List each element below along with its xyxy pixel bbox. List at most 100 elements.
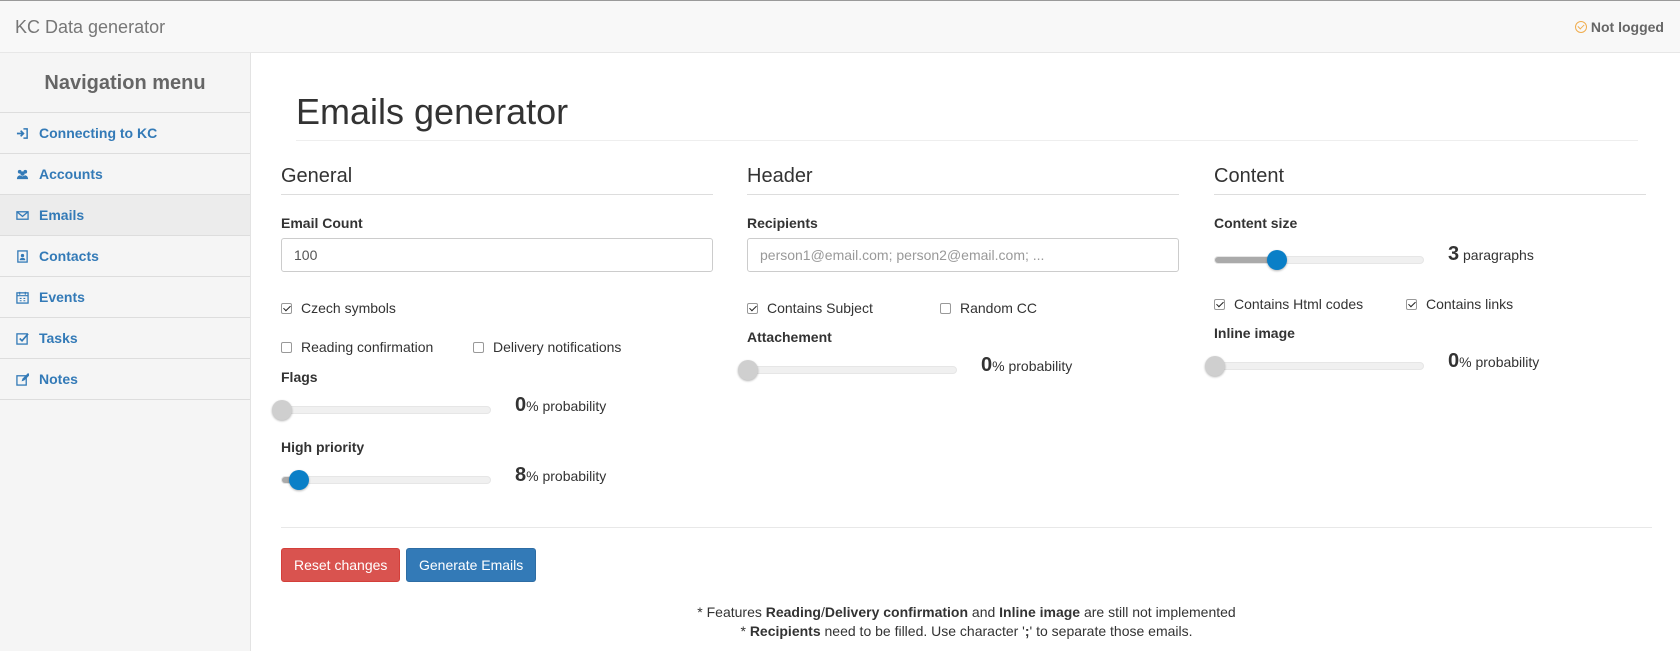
note-text: are still not implemented [1080, 604, 1236, 620]
high-priority-unit: % probability [526, 468, 607, 484]
checkbox-label: Contains Subject [767, 300, 873, 316]
contains-subject-checkbox[interactable]: Contains Subject [747, 300, 873, 316]
note-text: ' to separate those emails. [1029, 623, 1193, 639]
checkbox-label: Reading confirmation [301, 339, 434, 355]
flags-value: 0% probability [515, 394, 606, 417]
sidebar-item-label: Events [39, 289, 85, 305]
checkbox-label: Czech symbols [301, 300, 396, 316]
checkbox-label: Contains Html codes [1234, 296, 1364, 312]
top-navbar: KC Data generator Not logged [0, 0, 1680, 53]
checkbox-box[interactable] [1406, 298, 1417, 310]
checkbox-box[interactable] [940, 302, 951, 314]
calendar-icon [15, 290, 29, 304]
high-priority-label: High priority [281, 439, 365, 455]
czech-symbols-checkbox[interactable]: Czech symbols [281, 300, 396, 316]
section-general-heading: General [281, 165, 713, 195]
checkbox-box[interactable] [473, 341, 484, 353]
sidebar-item-tasks[interactable]: Tasks [0, 318, 250, 359]
attachement-number: 0 [981, 354, 993, 376]
slider-handle[interactable] [1205, 356, 1225, 376]
sidebar-item-connecting[interactable]: Connecting to KC [0, 113, 250, 154]
checkbox-box[interactable] [1214, 298, 1225, 310]
slider-handle[interactable] [288, 470, 309, 490]
content-size-slider[interactable] [1214, 250, 1424, 270]
main-content: Emails generator General Email Count Cze… [251, 53, 1680, 651]
high-priority-value: 8% probability [515, 464, 606, 487]
slider-handle[interactable] [272, 400, 292, 420]
recipients-note: * Recipients need to be filled. Use char… [281, 623, 1652, 639]
edit-icon [15, 372, 29, 386]
note-text: and [968, 604, 1000, 620]
page-title: Emails generator [296, 91, 569, 132]
flags-label: Flags [281, 369, 318, 385]
sidebar-item-contacts[interactable]: Contacts [0, 236, 250, 277]
random-cc-checkbox[interactable]: Random CC [940, 300, 1037, 316]
checkbox-label: Random CC [960, 300, 1038, 316]
content-size-unit: paragraphs [1463, 247, 1534, 263]
note-text: * [740, 623, 750, 639]
checkbox-box[interactable] [747, 302, 758, 314]
email-count-label: Email Count [281, 215, 363, 231]
high-priority-number: 8 [515, 464, 527, 486]
checkbox-label: Delivery notifications [493, 339, 622, 355]
flags-number: 0 [515, 394, 527, 416]
attachement-label: Attachement [747, 329, 832, 345]
sidebar: Navigation menu Connecting to KC Account… [0, 53, 251, 651]
attachement-value: 0% probability [981, 354, 1072, 377]
recipients-label: Recipients [747, 215, 818, 231]
sidebar-item-emails[interactable]: Emails [0, 195, 250, 236]
sidebar-item-label: Tasks [39, 330, 78, 346]
section-header-heading: Header [747, 165, 1179, 195]
login-status: Not logged [1574, 19, 1664, 35]
note-bold: Inline image [999, 604, 1081, 620]
note-text: * Features [697, 604, 766, 620]
content-size-value: 3 paragraphs [1448, 243, 1534, 266]
nav-title: Navigation menu [0, 53, 250, 113]
sidebar-item-accounts[interactable]: Accounts [0, 154, 250, 195]
reading-confirmation-checkbox[interactable]: Reading confirmation [281, 339, 433, 355]
contains-html-checkbox[interactable]: Contains Html codes [1214, 296, 1363, 312]
sidebar-item-events[interactable]: Events [0, 277, 250, 318]
users-icon [15, 167, 29, 181]
inline-image-label: Inline image [1214, 325, 1295, 341]
checkbox-box[interactable] [281, 341, 292, 353]
sign-in-icon [15, 126, 29, 140]
flags-slider[interactable] [272, 400, 491, 420]
note-bold: Recipients [749, 623, 821, 639]
content-size-label: Content size [1214, 215, 1298, 231]
login-status-text: Not logged [1590, 19, 1664, 35]
note-bold: Delivery confirmation [824, 604, 969, 620]
note-text: need to be filled. Use character ' [820, 623, 1025, 639]
recipients-input[interactable] [747, 238, 1179, 272]
flags-unit: % probability [526, 398, 607, 414]
slider-handle[interactable] [738, 360, 758, 380]
implementation-note: * Features Reading/Delivery confirmation… [281, 604, 1652, 620]
high-priority-slider[interactable] [281, 470, 491, 490]
attachement-slider[interactable] [738, 360, 957, 380]
check-square-icon [15, 331, 29, 345]
sidebar-item-label: Notes [39, 371, 78, 387]
sidebar-item-label: Contacts [39, 248, 99, 264]
content-size-number: 3 [1448, 243, 1460, 265]
section-content-heading: Content [1214, 165, 1646, 195]
sidebar-item-label: Emails [39, 207, 85, 223]
checkbox-label: Contains links [1426, 296, 1514, 312]
app-title[interactable]: KC Data generator [15, 17, 165, 38]
delivery-notifications-checkbox[interactable]: Delivery notifications [473, 339, 621, 355]
inline-image-number: 0 [1448, 350, 1460, 372]
generate-emails-button[interactable]: Generate Emails [406, 548, 537, 582]
address-book-icon [15, 249, 29, 263]
checkbox-box[interactable] [281, 302, 292, 314]
reset-changes-button[interactable]: Reset changes [281, 548, 401, 582]
inline-image-value: 0% probability [1448, 350, 1539, 373]
title-divider [296, 140, 1638, 141]
check-circle-icon [1574, 21, 1587, 33]
slider-handle[interactable] [1267, 250, 1288, 270]
sidebar-item-notes[interactable]: Notes [0, 359, 250, 400]
sidebar-item-label: Connecting to KC [39, 125, 158, 141]
form-divider [281, 527, 1652, 528]
inline-image-slider[interactable] [1205, 356, 1424, 376]
inline-image-unit: % probability [1459, 354, 1540, 370]
email-count-input[interactable] [281, 238, 713, 272]
contains-links-checkbox[interactable]: Contains links [1406, 296, 1513, 312]
